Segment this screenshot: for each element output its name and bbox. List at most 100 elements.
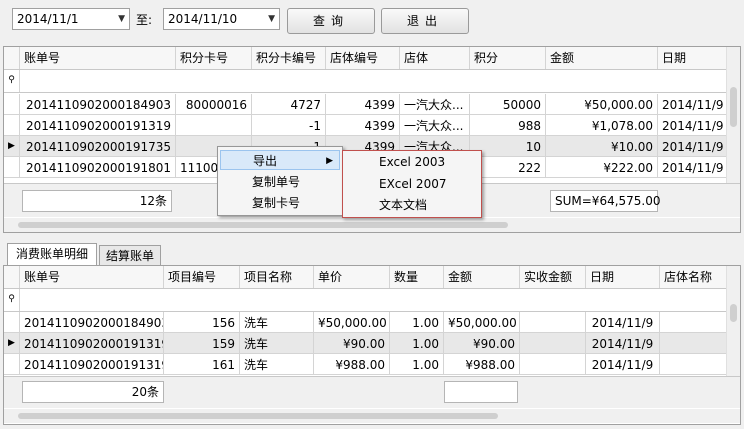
- row-count: 12条: [22, 190, 172, 212]
- chevron-down-icon[interactable]: ▼: [268, 9, 275, 29]
- column-header[interactable]: 实收金额: [520, 266, 586, 288]
- table-cell: [520, 333, 586, 353]
- column-header[interactable]: 日期: [586, 266, 660, 288]
- table-cell: 2014110902000191801: [20, 157, 176, 177]
- column-header[interactable]: 项目名称: [240, 266, 314, 288]
- current-row-arrow-icon: ▶: [4, 333, 20, 353]
- column-header[interactable]: 账单号: [20, 266, 164, 288]
- table-cell: 2014110902000191319: [20, 354, 164, 374]
- menu-item-text-file[interactable]: 文本文档: [345, 195, 479, 215]
- table-cell: 一汽大众...: [400, 115, 470, 135]
- column-header[interactable]: 日期: [658, 47, 728, 69]
- detail-grid-footer: 20条: [4, 376, 740, 408]
- tab-consumption-detail[interactable]: 消费账单明细: [7, 243, 97, 266]
- menu-item-copy-card[interactable]: 复制卡号: [220, 193, 340, 213]
- table-cell: 988: [470, 115, 546, 135]
- column-header[interactable]: 积分卡编号: [252, 47, 326, 69]
- table-cell: ¥222.00: [546, 157, 658, 177]
- table-row[interactable]: 2014110902000184903 156 洗车 ¥50,000.00 1.…: [4, 312, 728, 333]
- column-header[interactable]: 项目编号: [164, 266, 240, 288]
- table-cell: 2014/11/9: [586, 312, 660, 332]
- table-cell: 2014/11/9: [658, 115, 728, 135]
- row-indicator-header: [4, 266, 20, 288]
- table-row[interactable]: 2014110902000184903 80000016 4727 4399 一…: [4, 94, 728, 115]
- exit-button[interactable]: 退出: [381, 8, 469, 34]
- table-cell: 2014/11/9: [586, 333, 660, 353]
- menu-item-export[interactable]: 导出 ▶: [220, 150, 340, 170]
- column-header[interactable]: 账单号: [20, 47, 176, 69]
- table-cell: [520, 312, 586, 332]
- table-cell: 2014110902000184903: [20, 94, 176, 114]
- bill-grid-header: 账单号 积分卡号 积分卡编号 店体编号 店体 积分 金额 日期: [4, 47, 728, 70]
- row-indicator-header: [4, 47, 20, 69]
- table-cell: 2014110902000191319: [20, 115, 176, 135]
- table-cell: ¥1,078.00: [546, 115, 658, 135]
- table-cell: 洗车: [240, 312, 314, 332]
- start-date-picker[interactable]: 2014/11/1 ▼: [12, 8, 130, 30]
- table-cell: 161: [164, 354, 240, 374]
- column-header[interactable]: 单价: [314, 266, 390, 288]
- table-cell: ¥50,000.00: [546, 94, 658, 114]
- table-cell: [660, 333, 728, 353]
- table-cell: ¥90.00: [314, 333, 390, 353]
- table-cell: 4399: [326, 115, 400, 135]
- table-cell: ¥988.00: [314, 354, 390, 374]
- scrollbar-thumb[interactable]: [730, 87, 737, 127]
- export-submenu: Excel 2003 EXcel 2007 文本文档: [342, 150, 482, 218]
- menu-item-excel-2007[interactable]: EXcel 2007: [345, 174, 479, 194]
- table-row[interactable]: 2014110902000191319 -1 4399 一汽大众... 988 …: [4, 115, 728, 136]
- context-menu: 导出 ▶ 复制单号 复制卡号: [217, 146, 343, 216]
- horizontal-scrollbar[interactable]: [4, 218, 740, 232]
- table-cell: 4399: [326, 94, 400, 114]
- table-cell: [660, 354, 728, 374]
- column-header[interactable]: 店体编号: [326, 47, 400, 69]
- column-header[interactable]: 积分卡号: [176, 47, 252, 69]
- scrollbar-thumb[interactable]: [18, 222, 508, 228]
- filter-icon: ⚲: [4, 70, 20, 92]
- end-date-picker[interactable]: 2014/11/10 ▼: [163, 8, 280, 30]
- menu-item-copy-bill[interactable]: 复制单号: [220, 172, 340, 192]
- filter-icon: ⚲: [4, 289, 20, 311]
- table-row-selected[interactable]: ▶ 2014110902000191319 159 洗车 ¥90.00 1.00…: [4, 333, 728, 354]
- row-indicator: [4, 157, 20, 177]
- menu-item-excel-2003[interactable]: Excel 2003: [345, 152, 479, 172]
- table-cell: 80000016: [176, 94, 252, 114]
- menu-item-label: 导出: [253, 154, 278, 168]
- query-button[interactable]: 查询: [287, 8, 375, 34]
- column-header[interactable]: 数量: [390, 266, 444, 288]
- column-header[interactable]: 店体: [400, 47, 470, 69]
- table-cell: ¥50,000.00: [444, 312, 520, 332]
- column-header[interactable]: 金额: [444, 266, 520, 288]
- column-header[interactable]: 金额: [546, 47, 658, 69]
- table-cell: 1.00: [390, 312, 444, 332]
- start-date-value: 2014/11/1: [17, 12, 79, 26]
- scrollbar-thumb[interactable]: [730, 304, 737, 322]
- row-indicator: [4, 312, 20, 332]
- horizontal-scrollbar[interactable]: [4, 409, 740, 423]
- table-cell: 2014/11/9: [586, 354, 660, 374]
- chevron-down-icon[interactable]: ▼: [118, 9, 125, 29]
- detail-grid-body: 2014110902000184903 156 洗车 ¥50,000.00 1.…: [4, 312, 728, 376]
- table-cell: [520, 354, 586, 374]
- table-cell: 2014110902000184903: [20, 312, 164, 332]
- filter-row[interactable]: ⚲: [4, 289, 728, 312]
- vertical-scrollbar[interactable]: [726, 266, 740, 376]
- row-indicator: [4, 354, 20, 374]
- filter-row[interactable]: ⚲: [4, 70, 728, 93]
- table-row[interactable]: 2014110902000191319 161 洗车 ¥988.00 1.00 …: [4, 354, 728, 375]
- table-cell: 1.00: [390, 354, 444, 374]
- row-indicator: [4, 94, 20, 114]
- table-cell: 2014110902000191735: [20, 136, 176, 156]
- vertical-scrollbar[interactable]: [726, 47, 740, 183]
- table-cell: 2014110902000191319: [20, 333, 164, 353]
- scrollbar-thumb[interactable]: [18, 413, 498, 419]
- column-header[interactable]: 店体名称: [660, 266, 728, 288]
- sum-total: [444, 381, 518, 403]
- table-cell: ¥10.00: [546, 136, 658, 156]
- table-cell: 156: [164, 312, 240, 332]
- tab-settlement[interactable]: 结算账单: [99, 245, 161, 267]
- column-header[interactable]: 积分: [470, 47, 546, 69]
- row-count: 20条: [22, 381, 164, 403]
- table-cell: 一汽大众...: [400, 94, 470, 114]
- table-cell: 159: [164, 333, 240, 353]
